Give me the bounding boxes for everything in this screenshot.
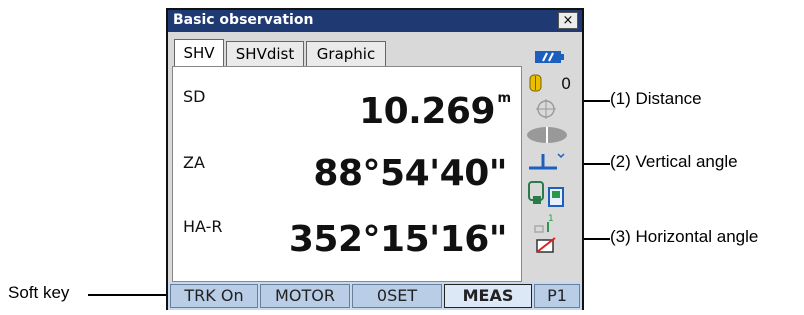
tilt-icon[interactable] (527, 150, 567, 172)
sd-label: SD (183, 87, 206, 106)
input-mode-icon[interactable] (535, 236, 559, 256)
signal-level-value: 1 (548, 214, 554, 224)
za-label: ZA (183, 153, 205, 172)
vertical-angle-annotation: (2) Vertical angle (610, 152, 738, 171)
tab-graphic[interactable]: Graphic (306, 41, 386, 67)
close-button[interactable]: × (558, 12, 578, 29)
softkey-0set[interactable]: 0SET (352, 284, 442, 308)
sd-value: 10.269 (359, 91, 495, 132)
softkey-trk-on[interactable]: TRK On (170, 284, 258, 308)
prism-icon (529, 74, 542, 92)
tab-shv[interactable]: SHV (174, 39, 224, 68)
horizontal-angle-annotation: (3) Horizontal angle (610, 227, 759, 246)
distance-annotation: (1) Distance (610, 89, 702, 108)
observation-panel: SD 10.269 m ZA 88°54'40" HA-R 352°15'16" (172, 66, 522, 282)
softkey-meas[interactable]: MEAS (444, 284, 532, 308)
za-value: 88°54'40" (313, 153, 507, 194)
ha-value: 352°15'16" (288, 219, 508, 260)
laser-icon[interactable] (525, 126, 569, 144)
ha-label: HA-R (183, 217, 223, 236)
prism-constant-value: 0 (561, 74, 572, 93)
device-screen: Basic observation × SHV SHVdist Graphic … (166, 8, 584, 310)
bluetooth-device-icon[interactable] (527, 180, 569, 210)
battery-icon (535, 51, 564, 63)
sd-unit: m (497, 91, 511, 106)
softkey-bar: TRK On MOTOR 0SET MEAS P1 (168, 282, 582, 310)
title-bar: Basic observation × (168, 10, 582, 32)
status-icon-column: 0 1 (523, 38, 582, 282)
window-title: Basic observation (173, 12, 314, 28)
softkey-p1[interactable]: P1 (534, 284, 580, 308)
tab-shvdist[interactable]: SHVdist (226, 41, 304, 67)
softkey-motor[interactable]: MOTOR (260, 284, 350, 308)
crosshair-icon[interactable] (535, 98, 557, 120)
soft-key-annotation: Soft key (8, 283, 70, 302)
